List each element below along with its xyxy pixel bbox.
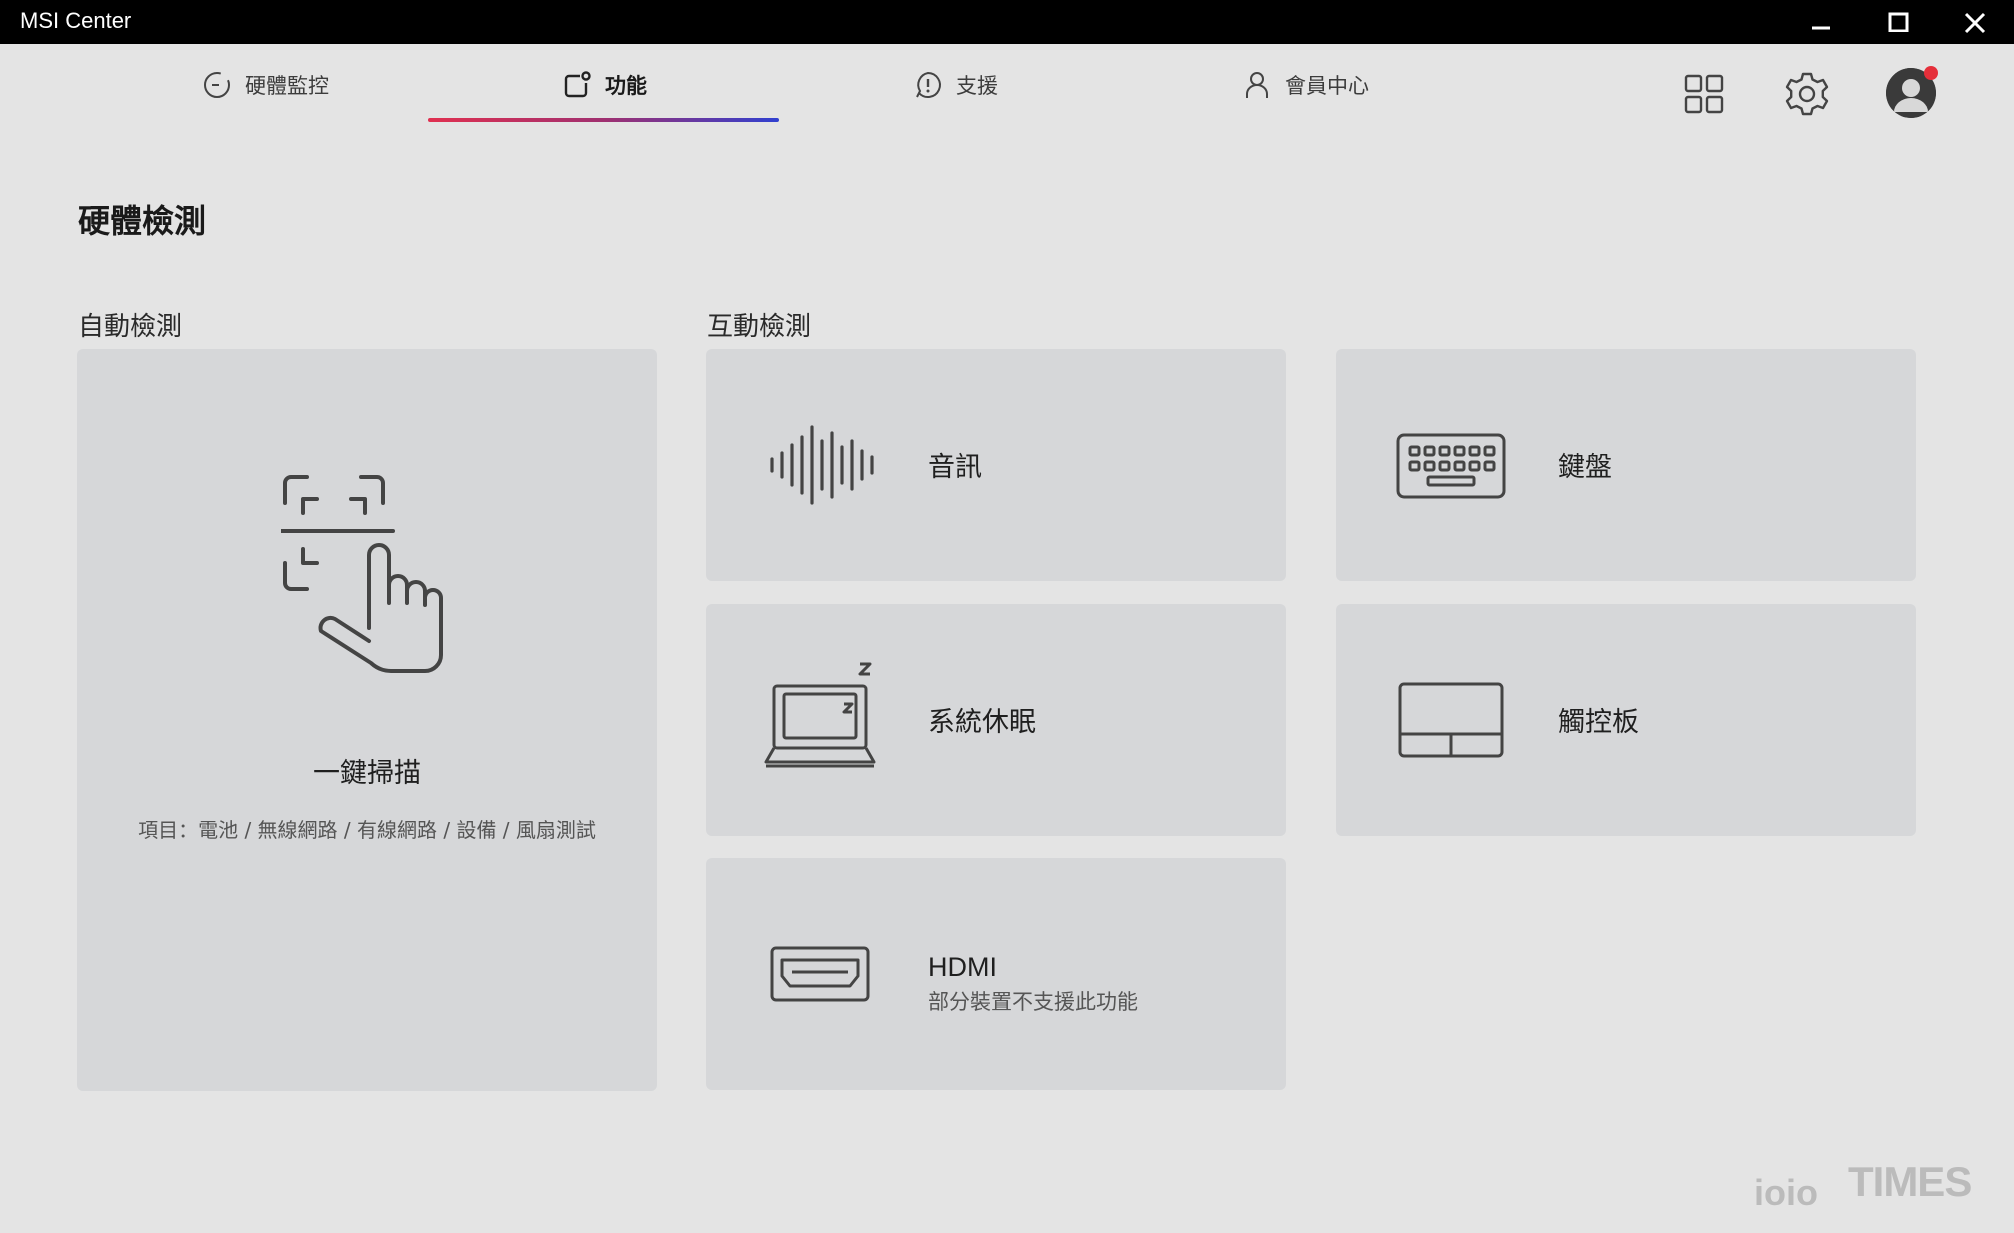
tab-hardware-monitor[interactable]: 硬體監控: [180, 44, 350, 126]
gauge-icon: [201, 69, 233, 101]
minimize-icon: [1812, 26, 1830, 30]
title-bar: MSI Center: [0, 0, 2014, 44]
settings-gear-icon[interactable]: [1783, 70, 1831, 118]
audio-label: 音訊: [928, 452, 982, 483]
waveform-icon: [762, 415, 882, 515]
system-sleep-label: 系統休眠: [928, 707, 1036, 738]
tab-features[interactable]: 功能: [430, 44, 778, 126]
system-sleep-test-card[interactable]: 系統休眠: [706, 604, 1286, 836]
keyboard-icon: [1392, 415, 1512, 515]
support-icon: [912, 69, 944, 101]
apps-grid-icon[interactable]: [1680, 70, 1728, 118]
tab-support[interactable]: 支援: [900, 44, 1010, 126]
window-title: MSI Center: [20, 8, 132, 33]
hdmi-support-note: 部分裝置不支援此功能: [928, 990, 1138, 1014]
hdmi-label: HDMI: [928, 952, 997, 982]
scan-items-description: 項目：電池 / 無線網路 / 有線網路 / 設備 / 風扇測試: [138, 818, 596, 842]
watermark: ioio TIMES: [1752, 1158, 1982, 1213]
tab-member-center[interactable]: 會員中心: [1230, 44, 1380, 126]
msi-center-window: MSI Center 硬體監控 功能 支援 會員中心 硬體檢測 自動檢測 互動檢…: [0, 0, 2014, 1233]
user-icon: [1241, 69, 1273, 101]
close-button[interactable]: [1937, 0, 2013, 44]
feature-icon: [561, 69, 593, 101]
tab-label: 硬體監控: [245, 74, 329, 98]
active-tab-indicator: [428, 118, 779, 122]
avatar[interactable]: [1886, 66, 1938, 120]
maximize-icon: [1888, 12, 1909, 32]
tab-label: 支援: [956, 74, 998, 98]
auto-detect-heading: 自動檢測: [78, 312, 183, 342]
hdmi-port-icon: [762, 924, 882, 1024]
page-title: 硬體檢測: [78, 202, 207, 240]
notification-dot: [1924, 66, 1938, 80]
touchpad-icon: [1392, 670, 1512, 770]
touchpad-test-card[interactable]: 觸控板: [1336, 604, 1916, 836]
interactive-detect-heading: 互動檢測: [707, 312, 812, 342]
touch-scan-icon: [279, 473, 461, 687]
watermark-text: TIMES: [1848, 1158, 1972, 1205]
watermark-logo: ioio: [1754, 1172, 1818, 1213]
one-click-scan-label: 一鍵掃描: [313, 758, 421, 789]
keyboard-label: 鍵盤: [1558, 452, 1612, 483]
close-icon: [1964, 12, 1986, 34]
keyboard-test-card[interactable]: 鍵盤: [1336, 349, 1916, 581]
audio-test-card[interactable]: 音訊: [706, 349, 1286, 581]
touchpad-label: 觸控板: [1558, 707, 1639, 738]
maximize-button[interactable]: [1860, 0, 1936, 44]
tab-label: 功能: [605, 74, 647, 98]
one-click-scan-card[interactable]: 一鍵掃描 項目：電池 / 無線網路 / 有線網路 / 設備 / 風扇測試: [77, 349, 657, 1091]
laptop-sleep-icon: [762, 660, 882, 768]
minimize-button[interactable]: [1783, 0, 1859, 44]
tab-label: 會員中心: [1285, 74, 1369, 98]
top-nav: 硬體監控 功能 支援 會員中心: [0, 44, 2014, 130]
hdmi-test-card[interactable]: HDMI 部分裝置不支援此功能: [706, 858, 1286, 1090]
